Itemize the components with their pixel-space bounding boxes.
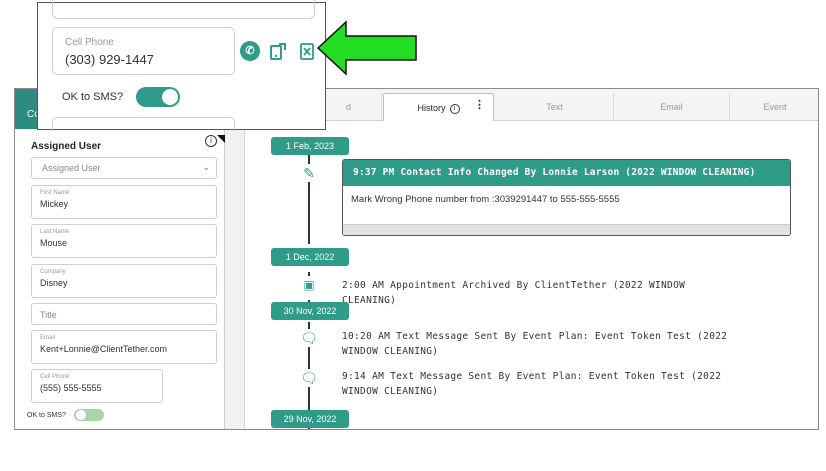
first-name-value: Mickey xyxy=(40,199,69,209)
tab-event[interactable]: Event xyxy=(730,93,818,121)
tab-details-label: d xyxy=(345,102,351,112)
date-pill: 1 Dec, 2022 xyxy=(271,248,349,266)
history-entry: 2:00 AM Appointment Archived By ClientTe… xyxy=(342,280,686,306)
tab-bar: d History i ⋮ Text Email Event xyxy=(246,89,818,121)
chat-icon: 🗨 xyxy=(300,369,318,387)
phone-actions: ✆ xyxy=(240,41,321,61)
chat-icon: 🗨 xyxy=(300,329,318,347)
last-name-value: Mouse xyxy=(40,238,68,248)
last-name-field[interactable]: Last Name Mouse xyxy=(31,224,217,258)
cell-phone-value: (555) 555-5555 xyxy=(40,383,102,393)
ok-to-sms-label: OK to SMS? xyxy=(62,90,124,103)
cell-phone-field[interactable]: Cell Phone (555) 555-5555 xyxy=(31,369,163,403)
company-field[interactable]: Company Disney xyxy=(31,264,217,298)
cell-phone-label: Cell Phone xyxy=(65,37,114,48)
assigned-user-select[interactable]: Assigned User ⌄ xyxy=(31,157,217,179)
company-value: Disney xyxy=(40,278,68,288)
history-card: 9:37 PM Contact Info Changed By Lonnie L… xyxy=(342,159,791,236)
previous-field-edge xyxy=(52,0,315,19)
assigned-user-label: Assigned User xyxy=(31,141,102,152)
corner-marker xyxy=(217,135,225,143)
last-name-label: Last Name xyxy=(40,229,70,235)
history-card-footer xyxy=(343,224,790,235)
contact-info-panel: Co Assigned User i Assigned User ⌄ First… xyxy=(15,89,225,429)
pointer-arrow-icon xyxy=(316,20,417,76)
more-vert-icon[interactable]: ⋮ xyxy=(474,91,485,119)
history-timeline: 1 Feb, 2023 ✎ 9:37 PM Contact Info Chang… xyxy=(246,122,818,429)
ok-to-sms-row-zoomed: OK to SMS? xyxy=(62,87,181,107)
edit-note-icon: ✎ xyxy=(300,164,318,182)
tab-email[interactable]: Email xyxy=(614,93,730,121)
email-value: Kent+Lonnie@ClientTether.com xyxy=(40,344,167,354)
title-placeholder: Title xyxy=(40,310,57,320)
company-label: Company xyxy=(40,269,66,275)
tab-text-label: Text xyxy=(546,102,563,112)
history-entry: 10:20 AM Text Message Sent By Event Plan… xyxy=(342,331,728,357)
ok-to-sms-toggle[interactable] xyxy=(73,409,104,421)
first-name-label: First Name xyxy=(40,190,70,196)
edit-phone-icon[interactable] xyxy=(268,41,288,61)
tab-email-label: Email xyxy=(660,102,683,112)
ok-to-sms-row: OK to SMS? xyxy=(27,409,104,421)
assigned-user-select-value: Assigned User xyxy=(42,163,101,173)
date-pill: 1 Feb, 2023 xyxy=(271,137,349,155)
contact-window: Co Assigned User i Assigned User ⌄ First… xyxy=(14,88,819,430)
next-field-edge xyxy=(52,117,235,131)
tab-text[interactable]: Text xyxy=(496,93,614,121)
cell-phone-field-zoomed[interactable]: Cell Phone (303) 929-1447 xyxy=(52,27,235,75)
zoomed-phone-callout: Cell Phone (303) 929-1447 ✆ OK to SMS? xyxy=(37,0,326,131)
tab-history-label: History xyxy=(417,103,446,113)
ok-to-sms-label: OK to SMS? xyxy=(27,411,66,419)
first-name-field[interactable]: First Name Mickey xyxy=(31,185,217,219)
email-label: Email xyxy=(40,335,56,341)
mark-wrong-number-icon[interactable] xyxy=(297,41,317,61)
history-card-body: Mark Wrong Phone number from :3039291447… xyxy=(351,194,620,205)
info-icon[interactable]: i xyxy=(449,103,460,114)
cell-phone-value: (303) 929-1447 xyxy=(65,52,154,67)
ok-to-sms-toggle[interactable] xyxy=(136,87,181,107)
contact-form: Assigned User i Assigned User ⌄ First Na… xyxy=(27,129,225,429)
date-pill: 29 Nov, 2022 xyxy=(271,410,349,428)
title-field[interactable]: Title xyxy=(31,303,217,325)
date-pill: 30 Nov, 2022 xyxy=(271,302,349,320)
panel-scrollbar[interactable] xyxy=(225,89,245,429)
cell-phone-label: Cell Phone xyxy=(40,374,70,380)
calendar-icon: ▣ xyxy=(300,276,318,294)
call-icon[interactable]: ✆ xyxy=(240,41,260,61)
email-field[interactable]: Email Kent+Lonnie@ClientTether.com xyxy=(31,330,217,364)
screenshot-stage: Co Assigned User i Assigned User ⌄ First… xyxy=(0,0,826,471)
tab-history[interactable]: History i ⋮ xyxy=(383,93,494,121)
info-icon[interactable]: i xyxy=(205,135,217,147)
chevron-down-icon: ⌄ xyxy=(202,162,210,172)
history-entry: 9:14 AM Text Message Sent By Event Plan:… xyxy=(342,371,722,397)
history-card-title: 9:37 PM Contact Info Changed By Lonnie L… xyxy=(343,160,790,186)
tab-event-label: Event xyxy=(763,102,787,112)
